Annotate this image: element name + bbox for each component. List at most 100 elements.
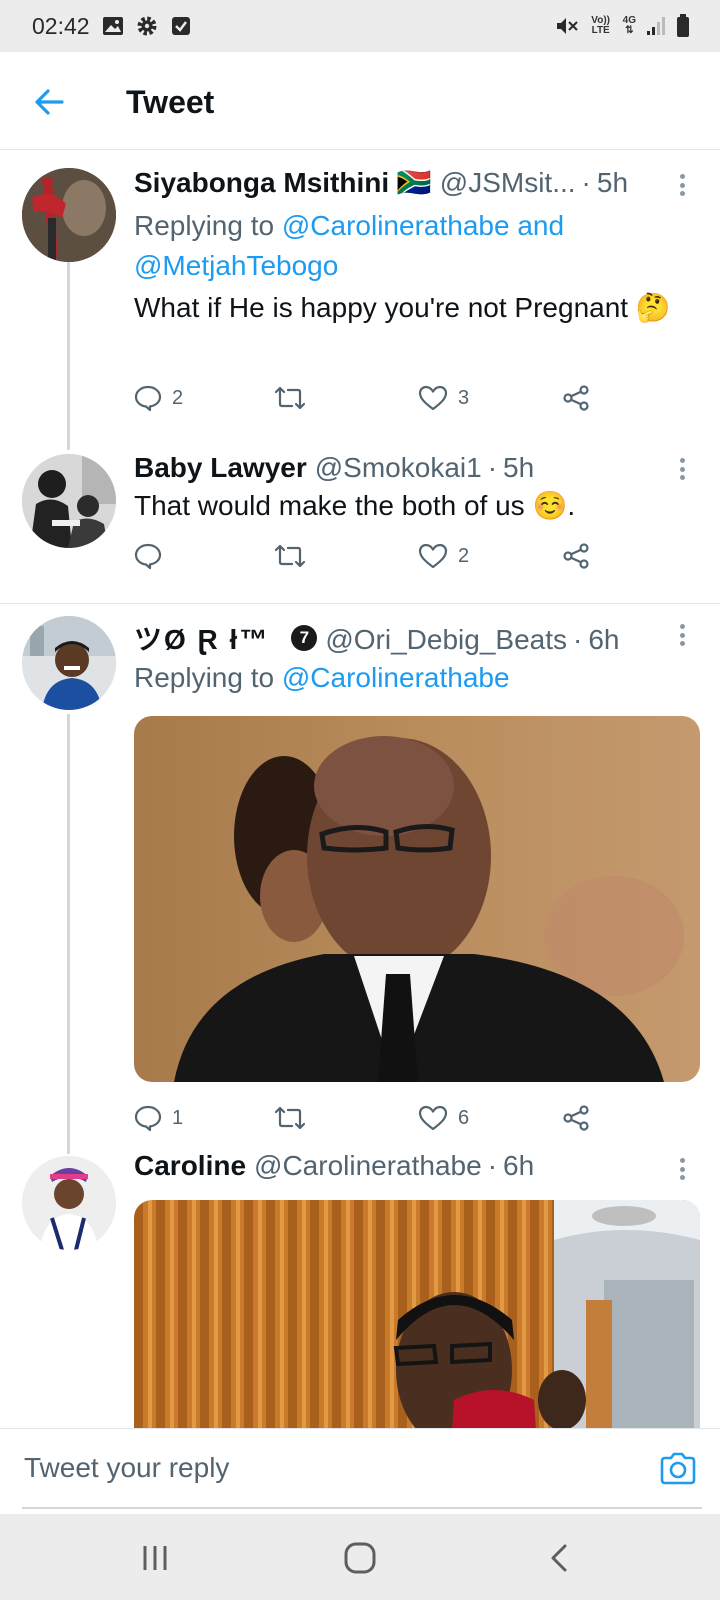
tweet-text: What if He is happy you're not Pregnant … [134, 292, 671, 323]
tweet-text: That would make the both of us ☺️. [134, 490, 576, 521]
camera-button[interactable] [658, 1449, 698, 1489]
like-button[interactable]: 6 [418, 1098, 469, 1138]
tweet-actions: 2 3 [134, 378, 614, 418]
tweet-image[interactable] [134, 716, 700, 1082]
tweet-time: 6h [503, 1150, 535, 1181]
avatar-image [22, 1156, 116, 1250]
display-name[interactable]: ツØ Ɽ ł™ [134, 618, 269, 658]
badge-icon: 7 [291, 625, 318, 651]
share-icon [563, 385, 589, 411]
recent-apps-button[interactable] [133, 1536, 177, 1580]
separator-dot: · [573, 624, 583, 655]
camera-icon [660, 1452, 696, 1485]
avatar[interactable] [22, 454, 116, 548]
back-button[interactable] [30, 82, 70, 122]
retweet-icon [274, 544, 306, 568]
comment-icon [134, 385, 162, 412]
more-dot [679, 174, 685, 179]
home-button[interactable] [338, 1536, 382, 1580]
heart-icon [418, 385, 448, 411]
avatar-image [22, 616, 116, 710]
tweet-image[interactable] [134, 1200, 700, 1428]
more-options-button[interactable] [672, 170, 692, 200]
more-dot [679, 632, 685, 638]
display-name[interactable]: Siyabonga Msithini 🇿🇦 [134, 166, 432, 199]
gear-icon [136, 15, 158, 37]
mute-icon [555, 15, 579, 37]
tweet-feed[interactable]: Siyabonga Msithini 🇿🇦 @JSMsit... · 5h Re… [0, 150, 720, 1428]
reply-count: 2 [172, 386, 184, 409]
reply-input[interactable] [22, 1429, 702, 1509]
tweet-actions: 1 6 [134, 1098, 614, 1138]
comment-icon [134, 1105, 162, 1132]
tweet-time: 5h [596, 167, 629, 198]
share-button[interactable] [562, 378, 590, 418]
comment-icon [134, 543, 162, 570]
user-handle[interactable]: @JSMsit... [440, 167, 576, 199]
user-handle[interactable]: @Carolinerathabe [254, 1150, 482, 1182]
replying-prefix: Replying to [134, 210, 275, 241]
avatar[interactable] [22, 1156, 116, 1250]
badge-number: 7 [299, 628, 310, 647]
share-button[interactable] [562, 1098, 590, 1138]
tweet-actions: 2 [134, 536, 614, 576]
separator-dot: · [581, 167, 591, 198]
retweet-button[interactable] [274, 536, 316, 576]
like-count: 6 [458, 1106, 470, 1129]
more-dot [679, 1175, 685, 1180]
like-count: 3 [458, 386, 470, 409]
thread-line [67, 258, 70, 450]
replying-to-link[interactable]: @Carolinerathabe [282, 662, 510, 693]
tweet-header: Tweet [0, 52, 720, 150]
more-dot [679, 191, 685, 196]
more-options-button[interactable] [672, 1154, 692, 1184]
back-nav-button[interactable] [538, 1536, 582, 1580]
user-handle[interactable]: @Smokokai1 [315, 452, 482, 484]
back-chevron-icon [551, 1544, 567, 1572]
signal-icon [646, 16, 666, 36]
4g-icon: 4G ⇅ [623, 16, 636, 36]
reply-button[interactable]: 1 [134, 1098, 183, 1138]
tweet-1[interactable]: Siyabonga Msithini 🇿🇦 @JSMsit... · 5h Re… [0, 150, 720, 450]
user-handle[interactable]: @Ori_Debig_Beats [325, 624, 567, 656]
more-options-button[interactable] [672, 454, 692, 484]
more-dot [679, 624, 685, 629]
thread-line [67, 714, 70, 1154]
reply-button[interactable]: 2 [134, 378, 183, 418]
tweet-header-row: Caroline @Carolinerathabe · 6h [134, 1150, 660, 1182]
replying-prefix: Replying to [134, 662, 275, 693]
tweet-3[interactable]: ツØ Ɽ ł™ 7 @Ori_Debig_Beats · 6h Replying… [0, 604, 720, 1154]
image-icon [102, 15, 124, 37]
separator-dot: · [487, 1150, 498, 1181]
more-dot [679, 458, 685, 463]
home-icon [344, 1542, 376, 1574]
replying-to: Replying to @Carolinerathabe and @Metjah… [134, 206, 674, 286]
like-button[interactable]: 3 [418, 378, 469, 418]
more-dot [679, 1166, 685, 1172]
battery-icon [676, 14, 690, 38]
share-button[interactable] [562, 536, 590, 576]
more-dot [679, 466, 685, 472]
more-options-button[interactable] [672, 620, 692, 650]
retweet-button[interactable] [274, 378, 316, 418]
photo-woman-drinking [134, 1200, 700, 1428]
avatar[interactable] [22, 616, 116, 710]
tweet-4[interactable]: Caroline @Carolinerathabe · 6h [0, 1144, 720, 1428]
like-button[interactable]: 2 [418, 536, 469, 576]
more-dot [679, 475, 685, 480]
display-name[interactable]: Caroline [134, 1150, 246, 1182]
heart-icon [418, 543, 448, 569]
tweet-2[interactable]: Baby Lawyer @Smokokai1 · 5h That would m… [0, 440, 720, 592]
like-count: 2 [458, 544, 470, 567]
reply-button[interactable] [134, 536, 172, 576]
tweet-header-row: Baby Lawyer @Smokokai1 · 5h [134, 452, 660, 484]
avatar-image [22, 168, 116, 262]
display-name[interactable]: Baby Lawyer [134, 452, 307, 484]
tweet-time: 6h [588, 624, 620, 655]
retweet-button[interactable] [274, 1098, 316, 1138]
avatar[interactable] [22, 168, 116, 262]
retweet-icon [274, 1106, 306, 1130]
replying-to: Replying to @Carolinerathabe [134, 658, 674, 698]
checkbox-icon [170, 15, 192, 37]
share-icon [563, 543, 589, 569]
